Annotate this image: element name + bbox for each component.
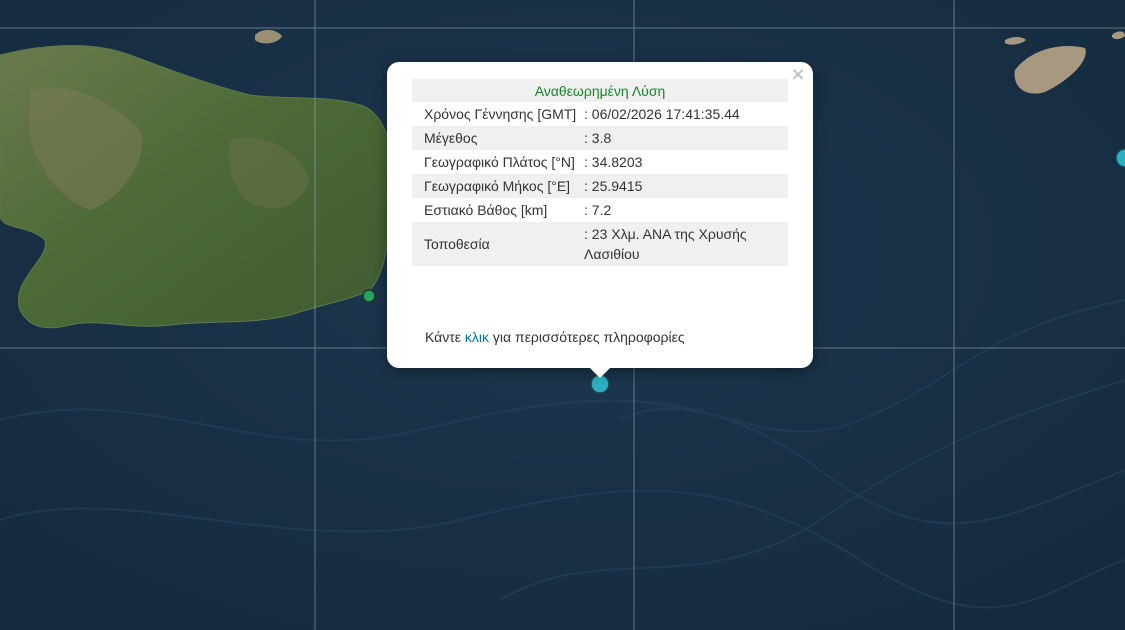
table-row: Εστιακό Βάθος [km] 7.2 (412, 198, 788, 222)
table-row: Γεωγραφικό Μήκος [°E] 25.9415 (412, 174, 788, 198)
row-value: 7.2 (584, 198, 788, 222)
row-label: Μέγεθος (412, 126, 584, 150)
popup-tip (590, 368, 610, 378)
table-row: Γεωγραφικό Πλάτος [°N] 34.8203 (412, 150, 788, 174)
table-row: Μέγεθος 3.8 (412, 126, 788, 150)
event-info-table: Αναθεωρημένη Λύση Χρόνος Γέννησης [GMT] … (412, 79, 788, 266)
earthquake-popup: × Αναθεωρημένη Λύση Χρόνος Γέννησης [GMT… (387, 62, 813, 378)
more-info-link[interactable]: κλικ (465, 329, 489, 345)
close-icon[interactable]: × (789, 66, 807, 84)
more-info-text: Κάντε κλικ για περισσότερες πληροφορίες (425, 329, 685, 345)
earthquake-marker[interactable] (362, 289, 376, 303)
row-label: Γεωγραφικό Πλάτος [°N] (424, 154, 575, 170)
row-label: Τοποθεσία (412, 222, 584, 266)
row-label: Χρόνος Γέννησης [GMT] (424, 106, 577, 122)
row-value: 23 Χλμ. ΑΝΑ της Χρυσής Λασιθίου (584, 222, 788, 266)
row-label: Εστιακό Βάθος [km] (424, 202, 548, 218)
popup-header: Αναθεωρημένη Λύση (412, 79, 788, 102)
row-value: 06/02/2026 17:41:35.44 (584, 102, 788, 126)
row-value: 3.8 (584, 126, 788, 150)
more-prefix: Κάντε (425, 329, 465, 345)
row-value: 25.9415 (584, 174, 788, 198)
table-row: Χρόνος Γέννησης [GMT] 06/02/2026 17:41:3… (412, 102, 788, 126)
row-label: Γεωγραφικό Μήκος [°E] (412, 174, 584, 198)
table-row: Τοποθεσία 23 Χλμ. ΑΝΑ της Χρυσής Λασιθίο… (412, 222, 788, 266)
more-suffix: για περισσότερες πληροφορίες (489, 329, 685, 345)
row-value: 34.8203 (584, 150, 788, 174)
